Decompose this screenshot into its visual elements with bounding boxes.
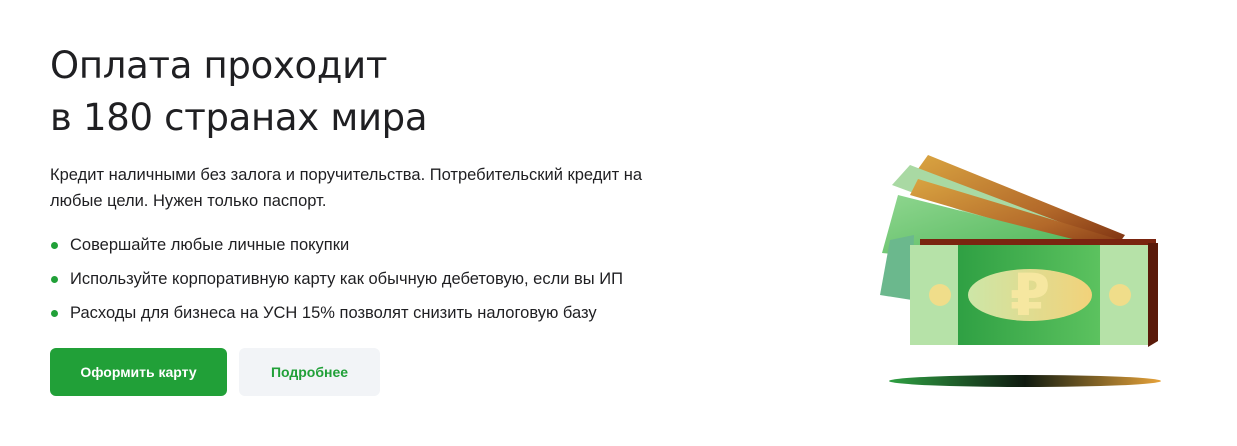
feature-text: Совершайте любые личные покупки	[70, 236, 350, 254]
illustration-shadow	[889, 375, 1161, 387]
action-buttons: Оформить карту Подробнее	[50, 348, 380, 396]
order-card-button[interactable]: Оформить карту	[50, 348, 227, 396]
feature-item: Используйте корпоративную карту как обыч…	[50, 268, 690, 290]
feature-text: Используйте корпоративную карту как обыч…	[70, 270, 623, 288]
banknotes-icon: ₽	[880, 155, 1161, 387]
bullet-icon	[51, 276, 58, 283]
hero-content: Оплата проходит в 180 странах мира Креди…	[50, 40, 690, 336]
title-line-2: в 180 странах мира	[50, 96, 428, 139]
page-title: Оплата проходит в 180 странах мира	[50, 40, 690, 144]
title-line-1: Оплата проходит	[50, 44, 388, 87]
feature-item: Расходы для бизнеса на УСН 15% позволят …	[50, 302, 690, 324]
feature-list: Совершайте любые личные покупки Использу…	[50, 234, 690, 324]
bullet-icon	[51, 310, 58, 317]
hero-description: Кредит наличными без залога и поручитель…	[50, 166, 642, 210]
more-details-button[interactable]: Подробнее	[239, 348, 380, 396]
main-banknote: ₽	[910, 245, 1148, 345]
bullet-icon	[51, 242, 58, 249]
ruble-symbol: ₽	[1010, 261, 1050, 329]
feature-item: Совершайте любые личные покупки	[50, 234, 690, 256]
ruble-banknotes-illustration: ₽	[870, 145, 1170, 395]
feature-text: Расходы для бизнеса на УСН 15% позволят …	[70, 304, 597, 322]
